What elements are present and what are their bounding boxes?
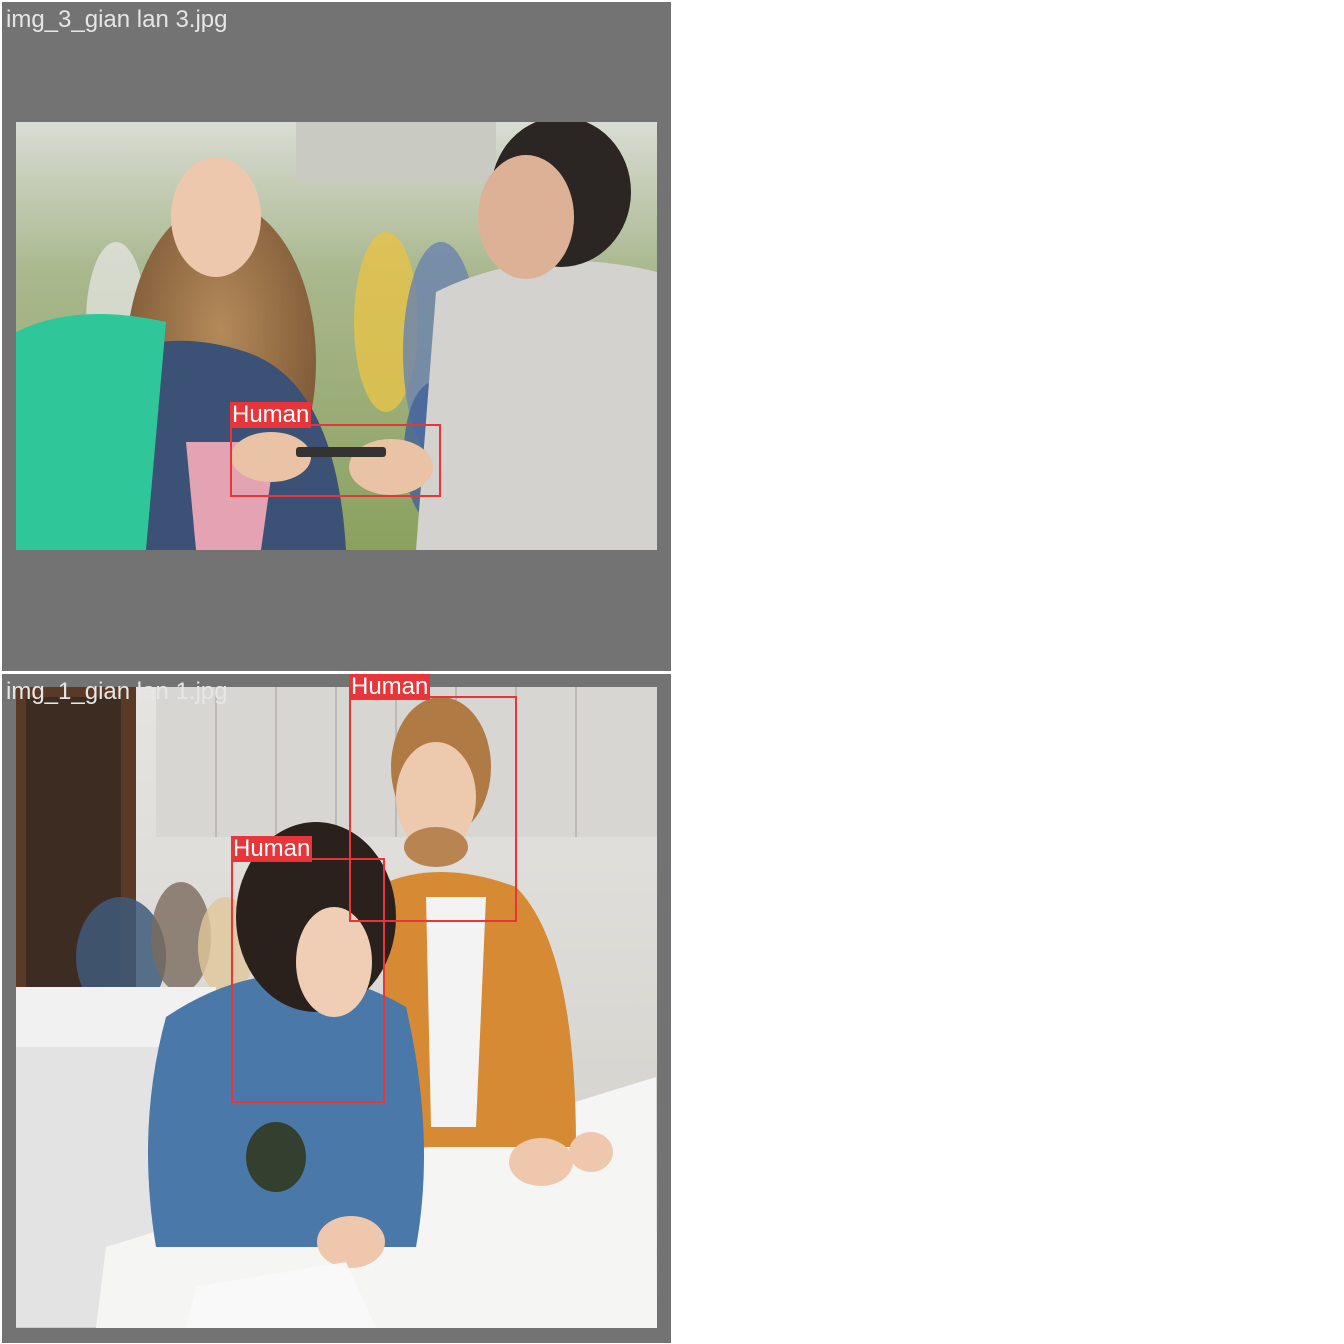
- detection-label: Human: [230, 401, 312, 428]
- image-tile-1: img_3_gian lan 3.jpg Human: [2, 2, 671, 671]
- detection-label: Human: [231, 835, 313, 862]
- detection-box: [231, 858, 385, 1103]
- filename-label: img_1_gian lan 1.jpg: [6, 678, 228, 705]
- detection-label: Human: [349, 673, 431, 700]
- image-tile-2: img_1_gian lan 1.jpg Human Human: [2, 674, 671, 1343]
- detection-box: [230, 424, 441, 497]
- filename-label: img_3_gian lan 3.jpg: [6, 6, 228, 33]
